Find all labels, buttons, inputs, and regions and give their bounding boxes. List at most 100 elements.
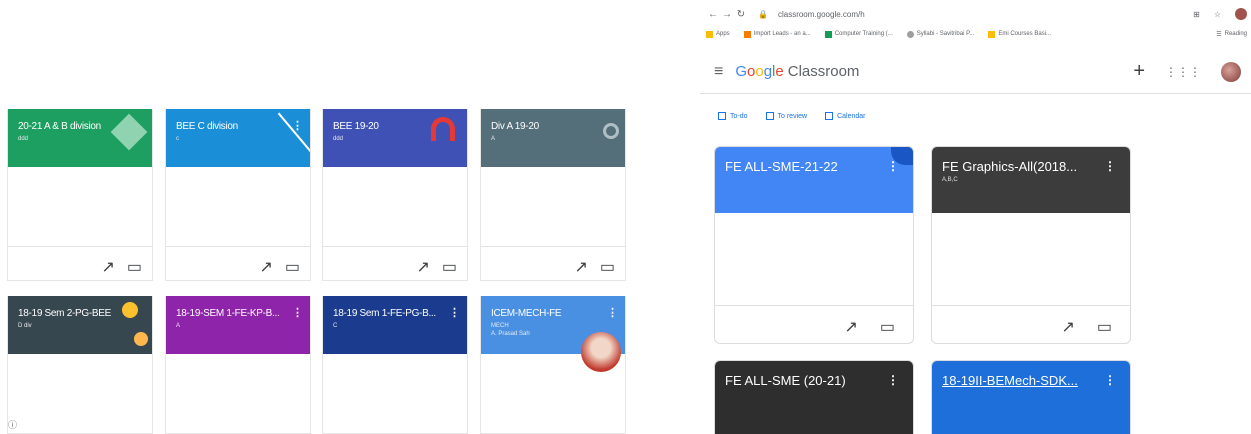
card-title[interactable]: 18-19 Sem 1-FE-PG-B... <box>333 308 445 319</box>
folder-icon[interactable]: ▭ <box>600 257 615 277</box>
trending-icon[interactable]: ↗ <box>844 317 857 337</box>
reading-list-icon: ☰ <box>1216 31 1222 38</box>
card-divider <box>715 305 913 306</box>
class-card[interactable]: ⋮ FE ALL-SME-21-22 ↗ ▭ <box>714 146 914 344</box>
card-divider <box>166 246 310 247</box>
calendar-icon <box>825 112 834 120</box>
add-class-button[interactable]: + <box>1133 60 1145 83</box>
card-banner[interactable]: ⋮ 18-19 Sem 1-FE-PG-B... C <box>323 296 467 354</box>
class-card[interactable]: ⋮ 18-19 Sem 1-FE-PG-B... C <box>322 296 468 434</box>
class-card[interactable]: ⋮ FE Graphics-All(2018... A,B,C ↗ ▭ <box>931 146 1131 344</box>
trending-icon[interactable]: ↗ <box>1061 317 1074 337</box>
more-icon[interactable]: ⋮ <box>449 306 460 319</box>
card-banner[interactable]: ⋮ FE Graphics-All(2018... A,B,C <box>932 147 1130 213</box>
to-review-link[interactable]: To review <box>765 112 807 120</box>
trending-icon[interactable]: ↗ <box>259 257 272 277</box>
card-section: MECH <box>491 323 509 329</box>
card-title[interactable]: ICEM-MECH-FE <box>491 308 603 319</box>
class-card[interactable]: ⋮ FE ALL-SME (20-21) <box>714 360 914 434</box>
more-icon[interactable]: ⋮ <box>292 306 303 319</box>
bookmark-label: Reading <box>1224 31 1247 37</box>
banner-decoration <box>603 123 619 139</box>
card-banner[interactable]: Div A 19-20 A <box>481 109 625 167</box>
extension-icon[interactable]: ⊞ <box>1193 10 1200 19</box>
card-banner[interactable]: ⋮ 18-19-SEM 1-FE-KP-B... A <box>166 296 310 354</box>
card-banner[interactable]: 20-21 A & B division ddd <box>8 109 152 167</box>
address-bar[interactable]: classroom.google.com/h <box>778 10 865 19</box>
folder-icon[interactable]: ▭ <box>880 317 895 337</box>
bookmark-label: Apps <box>716 31 730 37</box>
class-card[interactable]: 18-19 Sem 2-PG-BEE D div <box>7 296 153 434</box>
calendar-link[interactable]: Calendar <box>825 112 866 120</box>
class-card[interactable]: ⋮ BEE C division c ↗ ▭ <box>165 109 311 281</box>
card-banner[interactable]: ⋮ BEE C division c <box>166 109 310 167</box>
card-section: A <box>176 323 181 329</box>
more-icon[interactable]: ⋮ <box>1104 373 1116 387</box>
bookmark-item[interactable]: Syllabi - Savitribai P... <box>906 30 974 38</box>
banner-decoration <box>110 113 148 151</box>
bookmark-item[interactable]: Computer Training (... <box>824 30 893 38</box>
trending-icon[interactable]: ↗ <box>416 257 429 277</box>
card-actions: ↗ ▭ <box>101 257 142 277</box>
card-divider <box>481 246 625 247</box>
reload-icon[interactable]: ↻ <box>734 9 748 20</box>
more-icon[interactable]: ⋮ <box>887 159 899 173</box>
class-card[interactable]: ⋮ ICEM-MECH-FE MECH A. Prasad Sah <box>480 296 626 434</box>
card-title[interactable]: 18-19 Sem 2-PG-BEE <box>18 308 130 319</box>
more-icon[interactable]: ⋮ <box>292 119 303 132</box>
card-banner[interactable]: 18-19 Sem 2-PG-BEE D div <box>8 296 152 354</box>
card-banner[interactable]: ⋮ FE ALL-SME (20-21) <box>715 361 913 434</box>
trending-icon[interactable]: ↗ <box>574 257 587 277</box>
trending-icon[interactable]: ↗ <box>101 257 114 277</box>
folder-icon[interactable]: ▭ <box>285 257 300 277</box>
class-card[interactable]: 20-21 A & B division ddd ↗ ▭ <box>7 109 153 281</box>
class-card[interactable]: BEE 19-20 ddd ↗ ▭ <box>322 109 468 281</box>
card-divider <box>8 246 152 247</box>
folder-icon[interactable]: ▭ <box>127 257 142 277</box>
more-icon[interactable]: ⋮ <box>607 306 618 319</box>
card-title[interactable]: FE Graphics-All(2018... <box>942 159 1094 174</box>
card-banner[interactable]: ⋮ FE ALL-SME-21-22 <box>715 147 913 213</box>
class-grid-left: 20-21 A & B division ddd ↗ ▭ ⋮ BEE C div… <box>0 0 640 434</box>
help-icon[interactable]: ⓘ <box>8 418 17 431</box>
back-icon[interactable]: ← <box>706 9 720 20</box>
profile-icon[interactable] <box>1235 8 1247 20</box>
bookmark-apps[interactable]: Apps <box>706 30 730 38</box>
card-title[interactable]: 18-19II-BEMech-SDK... <box>942 373 1094 388</box>
apps-grid-icon[interactable]: ⋮⋮⋮ <box>1165 65 1201 79</box>
bulb-icon <box>134 332 148 346</box>
bookmarks-bar: Apps Import Leads - an a... Computer Tra… <box>706 26 1251 42</box>
bookmark-item[interactable]: Emi Courses Basi... <box>988 30 1051 38</box>
class-card[interactable]: Div A 19-20 A ↗ ▭ <box>480 109 626 281</box>
todo-link[interactable]: To-do <box>718 112 748 120</box>
logo-letter: e <box>775 63 784 80</box>
more-icon[interactable]: ⋮ <box>887 373 899 387</box>
card-title[interactable]: 18-19-SEM 1-FE-KP-B... <box>176 308 288 319</box>
card-title[interactable]: Div A 19-20 <box>491 121 603 132</box>
card-actions: ↗ ▭ <box>844 317 895 337</box>
star-icon[interactable]: ☆ <box>1214 10 1221 19</box>
class-card[interactable]: ⋮ 18-19II-BEMech-SDK... <box>931 360 1131 434</box>
card-title[interactable]: FE ALL-SME (20-21) <box>725 373 877 388</box>
folder-icon[interactable]: ▭ <box>442 257 457 277</box>
classroom-logo[interactable]: Google Classroom <box>735 63 859 80</box>
bookmark-reading-list[interactable]: ☰ Reading <box>1216 31 1247 38</box>
card-title[interactable]: BEE C division <box>176 121 288 132</box>
card-banner[interactable]: ⋮ 18-19II-BEMech-SDK... <box>932 361 1130 434</box>
header-actions: + ⋮⋮⋮ <box>1133 60 1241 83</box>
menu-icon[interactable]: ≡ <box>714 63 723 81</box>
card-actions: ↗ ▭ <box>416 257 457 277</box>
more-icon[interactable]: ⋮ <box>1104 159 1116 173</box>
avatar[interactable] <box>1221 61 1241 82</box>
logo-letter: o <box>747 63 756 80</box>
bookmark-item[interactable]: Import Leads - an a... <box>743 30 811 38</box>
card-section: c <box>176 136 179 142</box>
folder-icon[interactable]: ▭ <box>1097 317 1112 337</box>
card-banner[interactable]: BEE 19-20 ddd <box>323 109 467 167</box>
card-title[interactable]: BEE 19-20 <box>333 121 445 132</box>
bookmark-label: Import Leads - an a... <box>753 31 811 37</box>
forward-icon[interactable]: → <box>720 9 734 20</box>
class-card[interactable]: ⋮ 18-19-SEM 1-FE-KP-B... A <box>165 296 311 434</box>
card-title[interactable]: FE ALL-SME-21-22 <box>725 159 877 174</box>
card-divider <box>323 246 467 247</box>
